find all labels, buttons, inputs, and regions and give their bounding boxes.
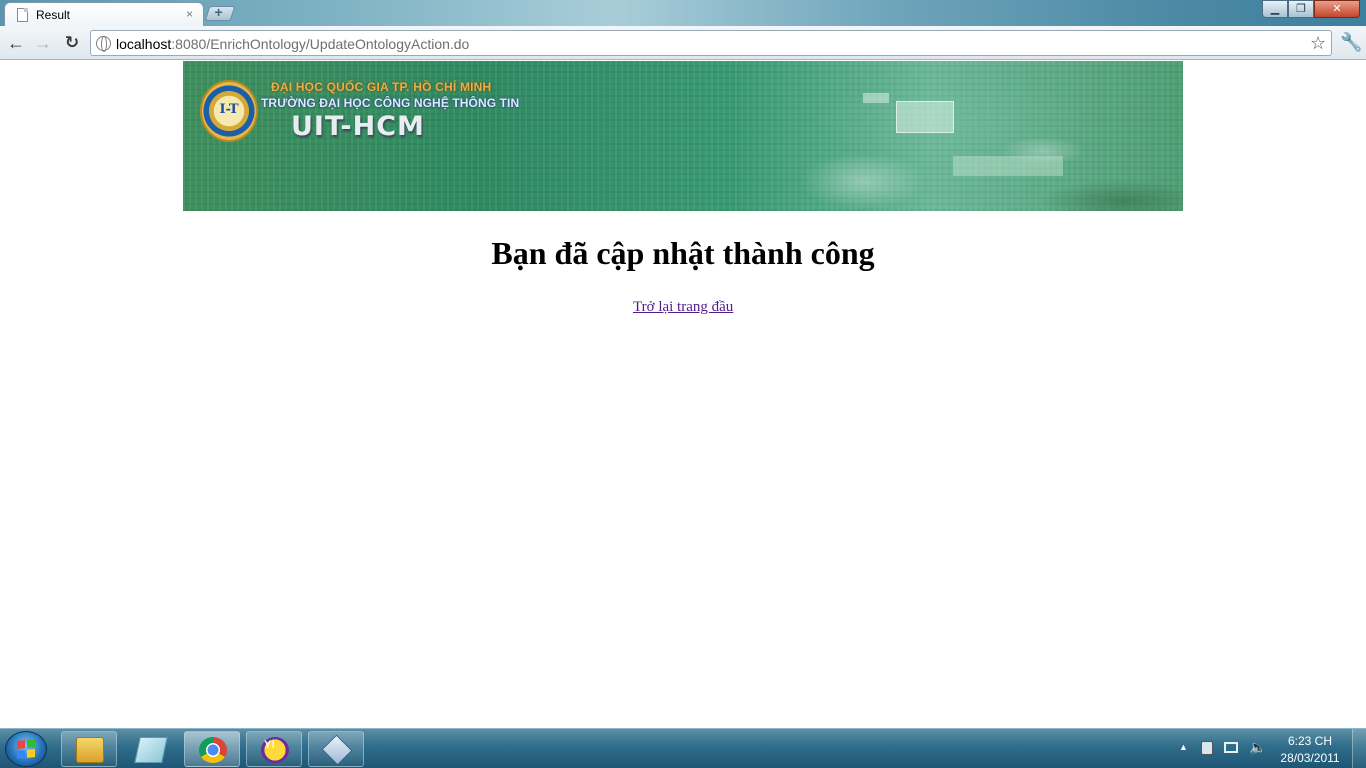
clock-time[interactable]: 6:23 CH — [1275, 734, 1345, 748]
show-desktop-button[interactable] — [1352, 729, 1366, 768]
tab-close-icon[interactable]: × — [186, 7, 193, 21]
tab-title: Result — [36, 8, 71, 22]
reload-icon[interactable]: ↻ — [61, 32, 83, 54]
volume-icon[interactable]: 🔈 — [1249, 739, 1266, 756]
clock-date[interactable]: 28/03/2011 — [1275, 751, 1345, 765]
windows-taskbar: Y! ▲ 🔈 6:23 CH 28/03/2011 — [0, 728, 1366, 768]
yahoo-label: Y! — [264, 739, 275, 751]
page-icon — [17, 8, 28, 22]
yahoo-messenger-icon: Y! — [261, 737, 289, 763]
url-host: localhost — [116, 36, 172, 52]
windows-logo-icon — [17, 739, 35, 759]
taskbar-item-sticky-notes[interactable] — [122, 731, 178, 767]
browser-titlebar: Result × + ▁ ❐ ✕ — [0, 0, 1366, 28]
windows-explorer-icon — [76, 737, 104, 763]
taskbar-item-chrome[interactable] — [184, 731, 240, 767]
campus-building-small — [863, 93, 889, 103]
logo-text: I-T — [219, 102, 239, 117]
address-bar[interactable]: localhost:8080/EnrichOntology/UpdateOnto… — [90, 30, 1332, 56]
university-banner: I-T ĐẠI HỌC QUỐC GIA TP. HỒ CHÍ MINH TRƯ… — [183, 61, 1183, 211]
banner-university-name: ĐẠI HỌC QUỐC GIA TP. HỒ CHÍ MINH — [271, 80, 492, 94]
plus-icon: + — [214, 4, 223, 20]
globe-icon — [96, 36, 111, 52]
browser-toolbar: ← → ↻ localhost:8080/EnrichOntology/Upda… — [0, 26, 1366, 60]
back-to-home-link[interactable]: Trở lại trang đầu — [633, 299, 733, 316]
taskbar-item-virtualbox[interactable] — [308, 731, 364, 767]
back-arrow-icon[interactable]: ← — [5, 32, 27, 54]
url-path: :8080/EnrichOntology/UpdateOntologyActio… — [171, 36, 470, 52]
chrome-icon — [199, 737, 227, 763]
virtualbox-icon — [321, 734, 353, 766]
close-window-button[interactable]: ✕ — [1314, 0, 1360, 18]
new-tab-button[interactable]: + — [204, 4, 236, 21]
taskbar-item-yahoo-messenger[interactable]: Y! — [246, 731, 302, 767]
banner-school-name: TRƯỜNG ĐẠI HỌC CÔNG NGHỆ THÔNG TIN — [261, 96, 520, 110]
campus-building — [896, 101, 954, 133]
university-logo: I-T — [200, 80, 258, 142]
url-text[interactable]: localhost:8080/EnrichOntology/UpdateOnto… — [116, 36, 469, 52]
network-icon[interactable] — [1224, 742, 1238, 753]
star-icon[interactable]: ☆ — [1310, 33, 1326, 54]
wrench-icon[interactable]: 🔧 — [1340, 32, 1362, 53]
maximize-button[interactable]: ❐ — [1288, 0, 1314, 18]
minimize-button[interactable]: ▁ — [1262, 0, 1288, 18]
start-button[interactable] — [5, 731, 47, 767]
forward-arrow-icon[interactable]: → — [32, 32, 54, 54]
safely-remove-hardware-icon[interactable] — [1201, 741, 1213, 755]
banner-short-name: UIT-HCM — [291, 111, 425, 142]
sticky-notes-icon — [134, 737, 168, 763]
browser-tab-result[interactable]: Result × — [4, 2, 204, 28]
taskbar-item-explorer[interactable] — [61, 731, 117, 767]
page-title: Bạn đã cập nhật thành công — [491, 235, 875, 271]
campus-field — [953, 156, 1063, 176]
show-hidden-icons-icon[interactable]: ▲ — [1179, 742, 1188, 752]
